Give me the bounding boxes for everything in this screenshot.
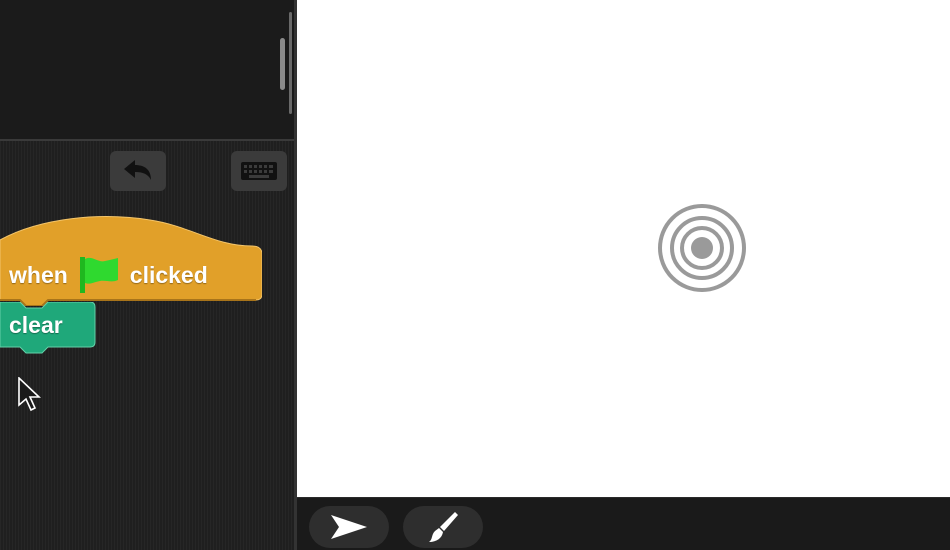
palette-area[interactable] bbox=[0, 0, 296, 140]
stage[interactable] bbox=[297, 0, 950, 497]
palette-scrollbar[interactable] bbox=[280, 38, 285, 90]
keyboard-icon bbox=[241, 162, 277, 180]
paintbrush-icon bbox=[429, 512, 458, 542]
concentric-circles-sprite-icon[interactable] bbox=[655, 204, 749, 294]
mouse-cursor-icon bbox=[18, 377, 42, 412]
hat-block-label: when clicked bbox=[9, 257, 208, 293]
turtle-sprite-button[interactable] bbox=[309, 506, 389, 548]
paint-new-sprite-button[interactable] bbox=[403, 506, 483, 548]
clicked-text: clicked bbox=[129, 261, 208, 288]
sprite-corral bbox=[297, 497, 950, 550]
palette-scroll-track[interactable] bbox=[289, 12, 292, 114]
keyboard-button[interactable] bbox=[231, 151, 287, 191]
undo-button[interactable] bbox=[110, 151, 166, 191]
clear-block-label: clear bbox=[9, 312, 63, 338]
when-text: when bbox=[9, 261, 68, 288]
undo-arrow-icon bbox=[124, 160, 151, 180]
green-flag-icon bbox=[79, 257, 118, 293]
turtle-arrow-icon bbox=[331, 515, 367, 539]
